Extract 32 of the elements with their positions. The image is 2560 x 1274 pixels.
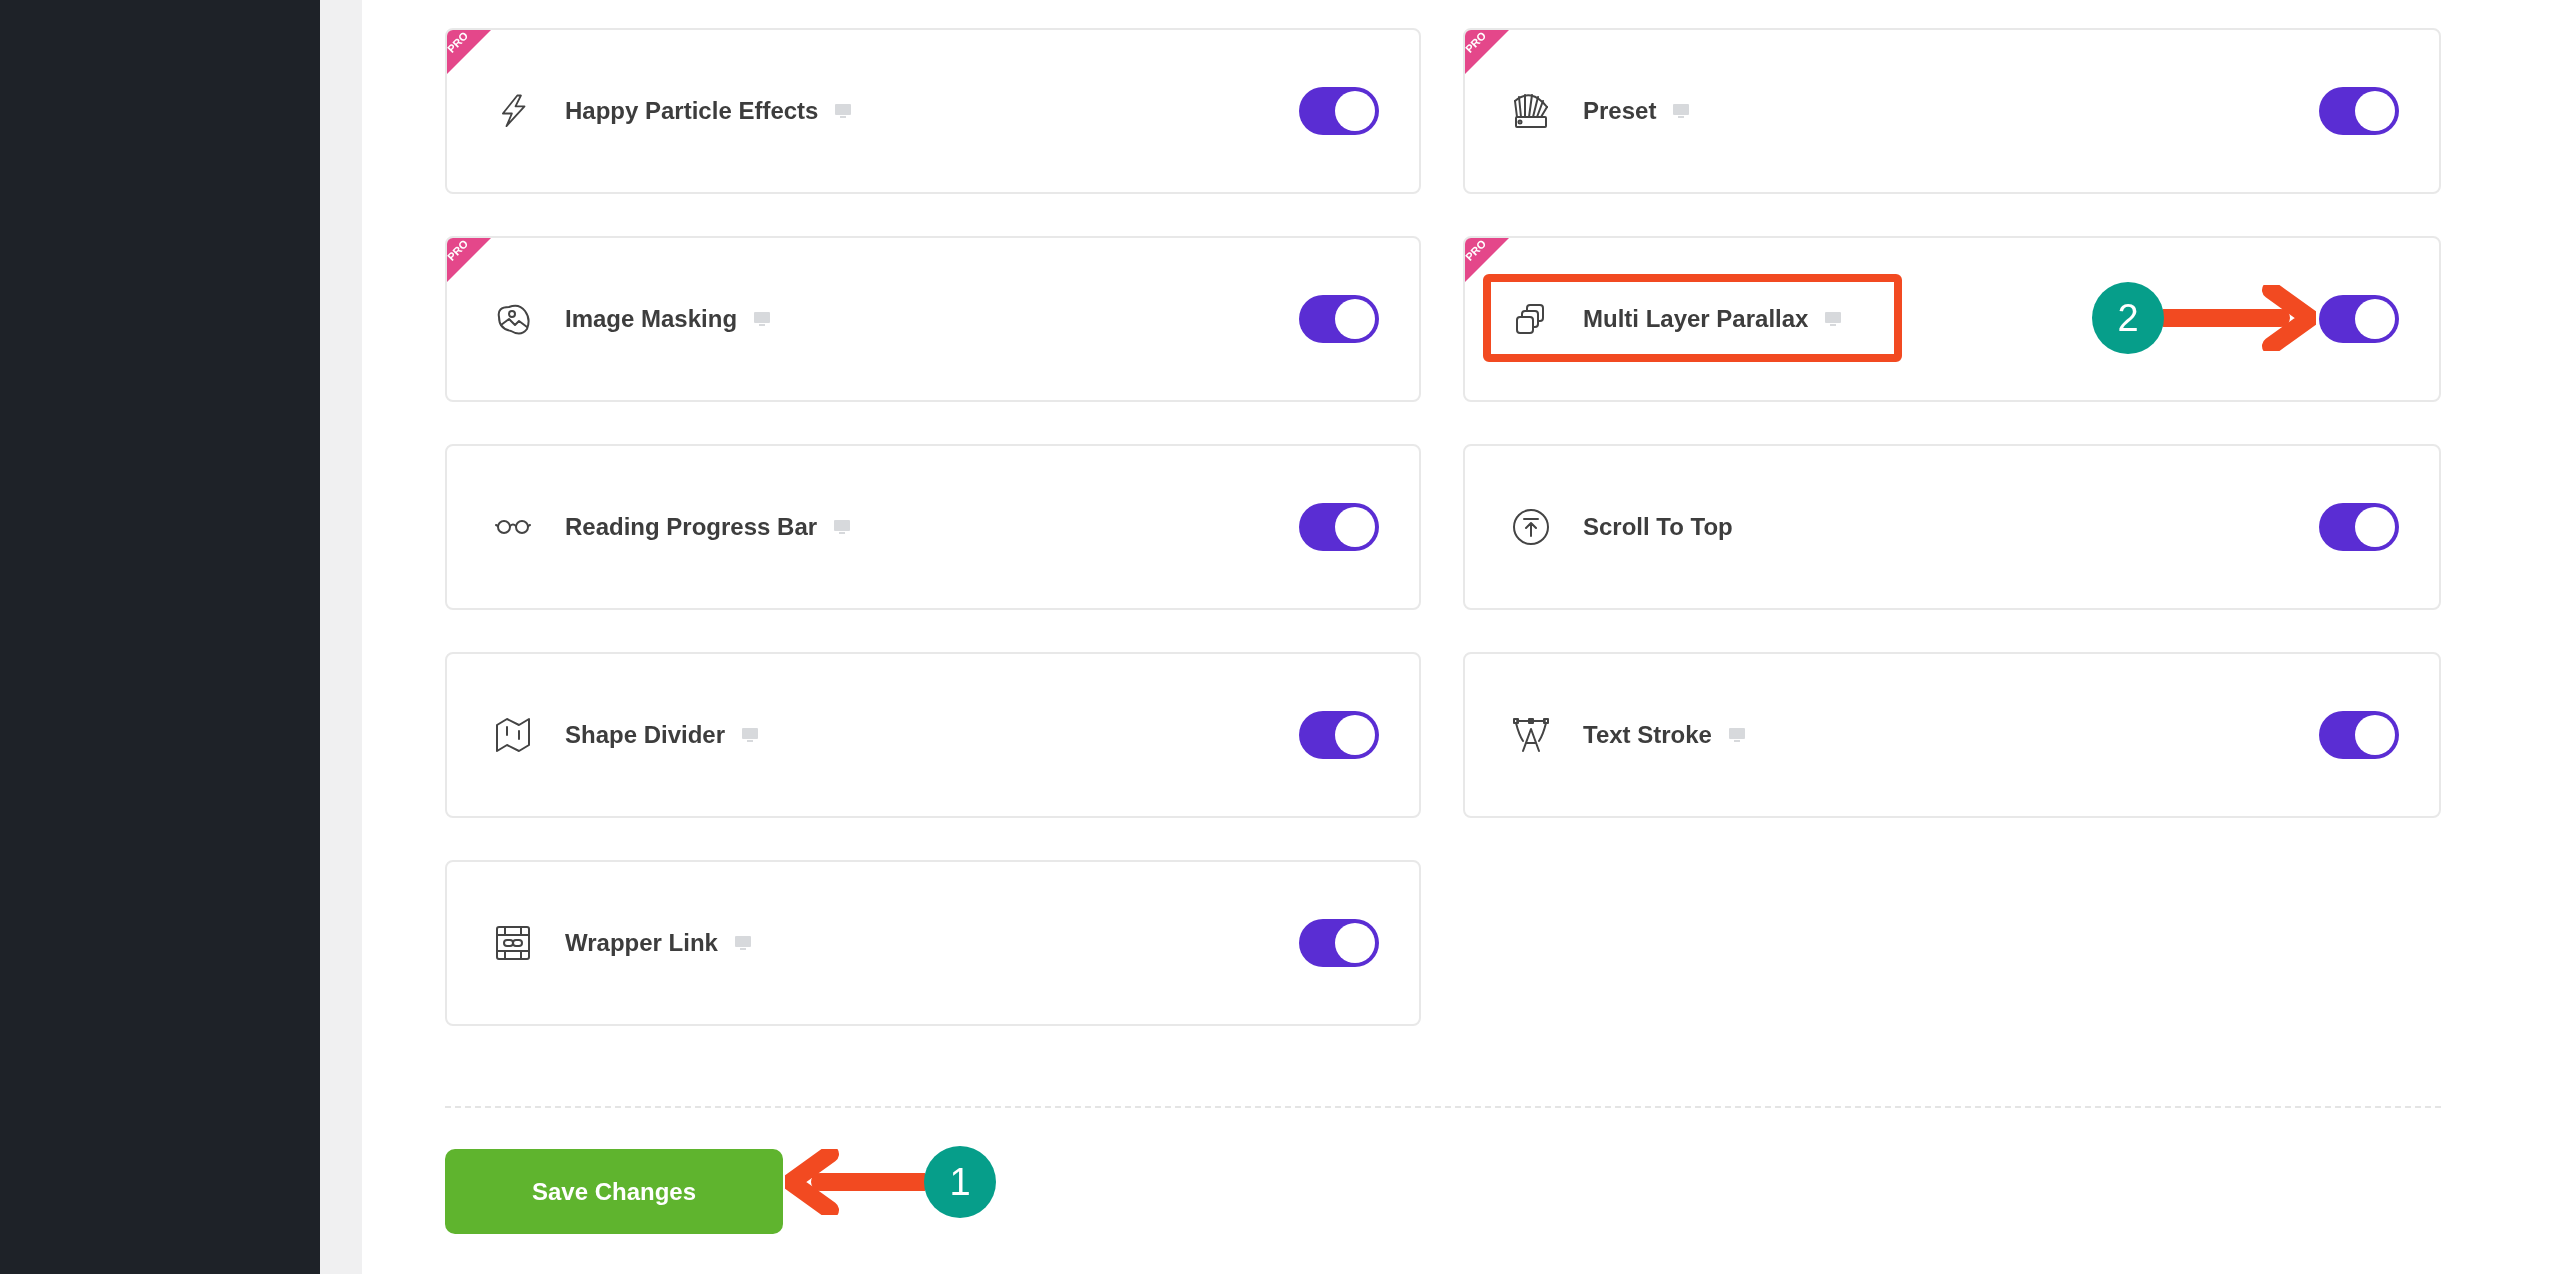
module-name: Happy Particle Effects [565,96,819,126]
module-name: Reading Progress Bar [565,512,818,542]
desktop-icon [833,519,852,535]
save-changes-button[interactable]: Save Changes [445,1149,783,1234]
toggle-switch[interactable] [2319,295,2399,343]
link-frame-icon [493,923,533,963]
desktop-icon [1727,727,1746,743]
toggle-switch[interactable] [1299,919,1379,967]
toggle-switch[interactable] [2319,87,2399,135]
desktop-icon [1824,311,1843,327]
desktop-icon [733,935,752,951]
text-stroke-icon [1511,715,1551,755]
module-name: Text Stroke [1583,720,1712,750]
toggle-switch[interactable] [1299,87,1379,135]
module-name: Multi Layer Parallax [1583,304,1809,334]
module-name: Image Masking [565,304,738,334]
module-name: Wrapper Link [565,928,718,958]
scroll-up-icon [1511,507,1551,547]
toggle-switch[interactable] [2319,711,2399,759]
toggle-switch[interactable] [1299,295,1379,343]
toggle-switch[interactable] [1299,711,1379,759]
module-name: Scroll To Top [1583,512,1733,542]
desktop-icon [834,103,853,119]
module-name: Preset [1583,96,1657,126]
desktop-icon [1672,103,1691,119]
desktop-icon [753,311,772,327]
desktop-icon [741,727,760,743]
toggle-switch[interactable] [1299,503,1379,551]
toggle-switch[interactable] [2319,503,2399,551]
folded-map-icon [493,715,533,755]
color-swatch-fan-icon [1511,91,1551,131]
module-name: Shape Divider [565,720,726,750]
